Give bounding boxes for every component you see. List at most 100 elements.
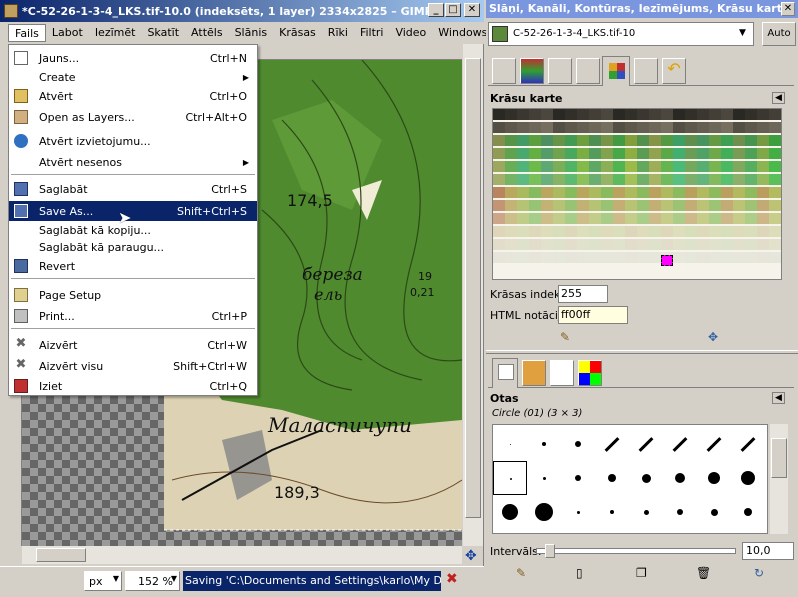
palette-swatch[interactable] — [769, 213, 781, 224]
palette-swatch[interactable] — [637, 252, 649, 263]
palette-swatch[interactable] — [577, 226, 589, 237]
palette-swatch[interactable] — [601, 226, 613, 237]
palette-swatch[interactable] — [553, 161, 565, 172]
palette-swatch[interactable] — [625, 187, 637, 198]
brush-cell[interactable] — [731, 427, 765, 461]
palette-swatch[interactable] — [757, 265, 769, 276]
maximize-button[interactable]: □ — [445, 3, 461, 17]
palette-swatch[interactable] — [529, 265, 541, 276]
palette-swatch[interactable] — [649, 200, 661, 211]
palette-swatch[interactable] — [745, 239, 757, 250]
palette-swatch[interactable] — [601, 213, 613, 224]
palette-swatch[interactable] — [589, 252, 601, 263]
palette-swatch[interactable] — [553, 122, 565, 133]
palette-swatch[interactable] — [709, 200, 721, 211]
spacing-slider[interactable] — [536, 544, 736, 558]
delete-brush-icon[interactable]: 🗑 — [696, 566, 711, 580]
palette-swatch[interactable] — [769, 226, 781, 237]
palette-swatch[interactable] — [757, 135, 769, 146]
palette-swatch[interactable] — [613, 200, 625, 211]
palette-swatch[interactable] — [553, 148, 565, 159]
palette-swatch[interactable] — [757, 226, 769, 237]
palette-swatch[interactable] — [757, 200, 769, 211]
palette-swatch[interactable] — [649, 122, 661, 133]
palette-swatch[interactable] — [733, 265, 745, 276]
palette-swatch[interactable] — [493, 135, 505, 146]
palette-swatch[interactable] — [601, 239, 613, 250]
palette-swatch[interactable] — [733, 122, 745, 133]
palette-swatch[interactable] — [541, 265, 553, 276]
palette-swatch[interactable] — [589, 213, 601, 224]
menu-item-aizvert[interactable]: ✖ Aizvērt Ctrl+W — [9, 335, 257, 355]
minimize-button[interactable]: _ — [428, 3, 444, 17]
palette-swatch[interactable] — [553, 265, 565, 276]
palette-swatch[interactable] — [541, 174, 553, 185]
add-color-icon[interactable]: ✥ — [708, 330, 718, 344]
menu-item-iziet[interactable]: Iziet Ctrl+Q — [9, 376, 257, 396]
palette-swatch[interactable] — [565, 122, 577, 133]
palette-swatch[interactable] — [577, 200, 589, 211]
palette-swatch[interactable] — [757, 213, 769, 224]
palette-swatch[interactable] — [757, 252, 769, 263]
palette-swatch[interactable] — [673, 161, 685, 172]
palette-swatch[interactable] — [505, 187, 517, 198]
palette-swatch[interactable] — [697, 109, 709, 120]
palette-swatch[interactable] — [769, 200, 781, 211]
palette-swatch[interactable] — [745, 135, 757, 146]
palette-swatch[interactable] — [721, 252, 733, 263]
palette-swatch[interactable] — [637, 265, 649, 276]
brush-scroll-thumb[interactable] — [771, 438, 787, 478]
palette-swatch[interactable] — [601, 148, 613, 159]
menu-item-saglabat-ka-paraugu[interactable]: Saglabāt kā paraugu... — [9, 237, 257, 257]
palette-swatch[interactable] — [505, 109, 517, 120]
palette-swatch[interactable] — [529, 213, 541, 224]
palette-swatch[interactable] — [661, 135, 673, 146]
palette-swatch[interactable] — [745, 213, 757, 224]
palette-swatch[interactable] — [685, 109, 697, 120]
palette-swatch[interactable] — [637, 226, 649, 237]
palette-swatch[interactable] — [505, 174, 517, 185]
palette-swatch[interactable] — [733, 252, 745, 263]
palette-swatch[interactable] — [589, 109, 601, 120]
palette-swatch[interactable] — [493, 187, 505, 198]
palette-swatch[interactable] — [721, 187, 733, 198]
palette-swatch[interactable] — [541, 252, 553, 263]
palette-swatch[interactable] — [733, 135, 745, 146]
palette-swatch[interactable] — [565, 239, 577, 250]
menu-filtri[interactable]: Filtri — [354, 24, 390, 42]
navigate-icon[interactable]: ✥ — [465, 548, 477, 564]
palette-swatch[interactable] — [517, 226, 529, 237]
palette-swatch[interactable] — [493, 213, 505, 224]
palette-swatch[interactable] — [601, 200, 613, 211]
palette-swatch[interactable] — [745, 265, 757, 276]
palette-swatch[interactable] — [601, 252, 613, 263]
palette-swatch[interactable] — [541, 226, 553, 237]
palette-swatch[interactable] — [493, 174, 505, 185]
palette-swatch[interactable] — [553, 174, 565, 185]
palette-swatch[interactable] — [769, 122, 781, 133]
brush-cell[interactable] — [629, 495, 663, 529]
palette-swatch[interactable] — [685, 187, 697, 198]
menu-item-create[interactable]: Create ▶ — [9, 67, 257, 87]
palette-swatch[interactable] — [757, 187, 769, 198]
palette-swatch[interactable] — [661, 187, 673, 198]
palette-swatch[interactable] — [637, 109, 649, 120]
palette-swatch[interactable] — [673, 174, 685, 185]
duplicate-brush-icon[interactable]: ❐ — [636, 566, 647, 580]
palette-swatch[interactable] — [733, 148, 745, 159]
menu-item-saglabat[interactable]: Saglabāt Ctrl+S — [9, 179, 257, 199]
palette-swatch[interactable] — [673, 226, 685, 237]
palette-swatch[interactable] — [757, 239, 769, 250]
brush-cell[interactable] — [595, 461, 629, 495]
palette-swatch[interactable] — [613, 265, 625, 276]
palette-swatch[interactable] — [673, 122, 685, 133]
palette-swatch[interactable] — [577, 148, 589, 159]
palette-swatch[interactable] — [613, 226, 625, 237]
palette-swatch[interactable] — [625, 174, 637, 185]
menu-item-atvert-nesenos[interactable]: Atvērt nesenos ▶ — [9, 152, 257, 172]
palette-swatch[interactable] — [529, 226, 541, 237]
menu-item-revert[interactable]: Revert — [9, 256, 257, 276]
palette-swatch[interactable] — [565, 252, 577, 263]
colormap-grid[interactable] — [492, 108, 782, 280]
palette-swatch[interactable] — [697, 252, 709, 263]
